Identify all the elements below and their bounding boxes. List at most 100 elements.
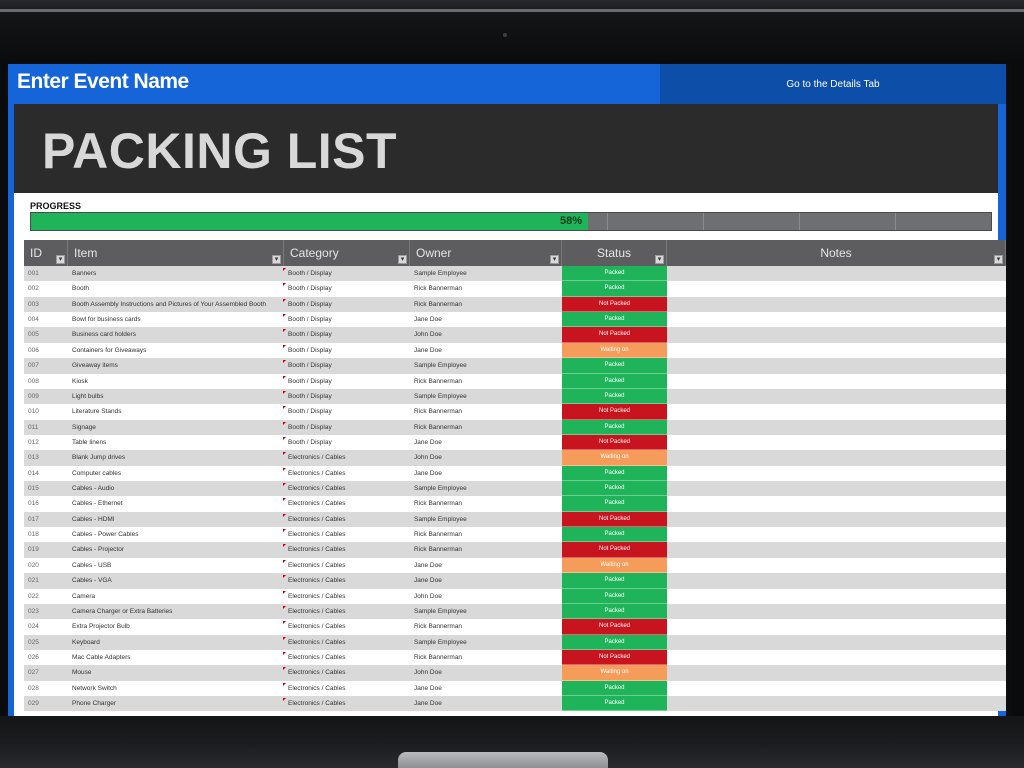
status-badge[interactable]: Not Packed bbox=[562, 404, 667, 420]
event-name-cell[interactable]: Enter Event Name bbox=[17, 70, 189, 94]
owner-cell[interactable]: John Doe bbox=[410, 450, 562, 465]
owner-cell[interactable]: Sample Employee bbox=[410, 389, 562, 404]
category-cell[interactable]: Booth / Display bbox=[284, 358, 410, 373]
item-cell[interactable]: Giveaway items bbox=[68, 358, 284, 373]
item-cell[interactable]: Light bulbs bbox=[68, 389, 284, 404]
notes-cell[interactable] bbox=[667, 481, 1006, 496]
id-cell[interactable]: 007 bbox=[24, 358, 68, 373]
item-cell[interactable]: Keyboard bbox=[68, 635, 284, 650]
category-cell[interactable]: Electronics / Cables bbox=[284, 665, 410, 680]
notes-cell[interactable] bbox=[667, 420, 1006, 435]
status-badge[interactable]: Packed bbox=[562, 527, 667, 543]
id-cell[interactable]: 015 bbox=[24, 481, 68, 496]
category-cell[interactable]: Electronics / Cables bbox=[284, 542, 410, 557]
status-badge[interactable]: Packed bbox=[562, 465, 667, 482]
category-cell[interactable]: Booth / Display bbox=[284, 266, 410, 281]
item-cell[interactable]: Containers for Giveaways bbox=[68, 343, 284, 358]
filter-dropdown-icon[interactable]: ▾ bbox=[56, 255, 65, 264]
status-badge[interactable]: Not Packed bbox=[562, 327, 667, 343]
category-cell[interactable]: Electronics / Cables bbox=[284, 512, 410, 527]
category-cell[interactable]: Electronics / Cables bbox=[284, 681, 410, 696]
owner-cell[interactable]: Jane Doe bbox=[410, 312, 562, 327]
id-cell[interactable]: 021 bbox=[24, 573, 68, 588]
id-cell[interactable]: 008 bbox=[24, 374, 68, 389]
item-cell[interactable]: Cables - VGA bbox=[68, 573, 284, 588]
id-cell[interactable]: 005 bbox=[24, 327, 68, 342]
owner-cell[interactable]: Rick Bannerman bbox=[410, 650, 562, 665]
notes-cell[interactable] bbox=[667, 619, 1006, 634]
item-cell[interactable]: Cables - USB bbox=[68, 558, 284, 573]
item-cell[interactable]: Kiosk bbox=[68, 374, 284, 389]
table-row[interactable]: 006 Containers for Giveaways Booth / Displ… bbox=[24, 342, 1006, 359]
item-cell[interactable]: Cables - Audio bbox=[68, 481, 284, 496]
notes-cell[interactable] bbox=[667, 589, 1006, 604]
table-row[interactable]: 013 Blank Jump drives Electronics / Cables… bbox=[24, 450, 1006, 466]
owner-cell[interactable]: Sample Employee bbox=[410, 635, 562, 650]
status-badge[interactable]: Packed bbox=[562, 496, 667, 512]
category-cell[interactable]: Electronics / Cables bbox=[284, 558, 410, 573]
id-cell[interactable]: 001 bbox=[24, 266, 68, 281]
id-cell[interactable]: 022 bbox=[24, 589, 68, 604]
category-cell[interactable]: Booth / Display bbox=[284, 327, 410, 342]
details-tab-link[interactable]: Go to the Details Tab bbox=[660, 64, 1006, 104]
notes-cell[interactable] bbox=[667, 374, 1006, 389]
status-badge[interactable]: Packed bbox=[562, 419, 667, 435]
owner-cell[interactable]: Sample Employee bbox=[410, 358, 562, 373]
filter-dropdown-icon[interactable]: ▾ bbox=[398, 255, 407, 264]
id-cell[interactable]: 004 bbox=[24, 312, 68, 327]
item-cell[interactable]: Cables - Projector bbox=[68, 542, 284, 557]
category-cell[interactable]: Electronics / Cables bbox=[284, 527, 410, 542]
item-cell[interactable]: Cables - HDMI bbox=[68, 512, 284, 527]
table-row[interactable]: 008 Kiosk Booth / Display Rick Bannerman Pac… bbox=[24, 373, 1006, 389]
item-cell[interactable]: Extra Projector Bulb bbox=[68, 619, 284, 634]
status-badge[interactable]: Packed bbox=[562, 603, 667, 620]
item-cell[interactable]: Camera Charger or Extra Batteries bbox=[68, 604, 284, 619]
notes-cell[interactable] bbox=[667, 512, 1006, 527]
status-badge[interactable]: Packed bbox=[562, 680, 667, 697]
status-badge[interactable]: Packed bbox=[562, 573, 667, 589]
id-cell[interactable]: 026 bbox=[24, 650, 68, 665]
id-cell[interactable]: 024 bbox=[24, 619, 68, 634]
table-row[interactable]: 021 Cables - VGA Electronics / Cables Jane … bbox=[24, 573, 1006, 589]
column-header-id[interactable]: ID ▾ bbox=[24, 240, 68, 266]
id-cell[interactable]: 009 bbox=[24, 389, 68, 404]
item-cell[interactable]: Table linens bbox=[68, 435, 284, 450]
id-cell[interactable]: 002 bbox=[24, 281, 68, 296]
category-cell[interactable]: Electronics / Cables bbox=[284, 650, 410, 665]
table-row[interactable]: 010 Literature Stands Booth / Display Rick … bbox=[24, 404, 1006, 420]
filter-dropdown-icon[interactable]: ▾ bbox=[994, 255, 1003, 264]
id-cell[interactable]: 006 bbox=[24, 343, 68, 358]
category-cell[interactable]: Booth / Display bbox=[284, 297, 410, 312]
owner-cell[interactable]: Rick Bannerman bbox=[410, 542, 562, 557]
owner-cell[interactable]: Rick Bannerman bbox=[410, 420, 562, 435]
status-badge[interactable]: Waiting on bbox=[562, 557, 667, 574]
id-cell[interactable]: 025 bbox=[24, 635, 68, 650]
item-cell[interactable]: Booth Assembly Instructions and Pictures… bbox=[68, 297, 284, 312]
status-badge[interactable]: Packed bbox=[562, 696, 667, 712]
table-row[interactable]: 007 Giveaway items Booth / Display Sample E… bbox=[24, 358, 1006, 374]
table-row[interactable]: 028 Network Switch Electronics / Cables Jan… bbox=[24, 680, 1006, 697]
owner-cell[interactable]: Jane Doe bbox=[410, 696, 562, 711]
status-badge[interactable]: Packed bbox=[562, 481, 667, 497]
category-cell[interactable]: Electronics / Cables bbox=[284, 466, 410, 481]
notes-cell[interactable] bbox=[667, 266, 1006, 281]
id-cell[interactable]: 018 bbox=[24, 527, 68, 542]
notes-cell[interactable] bbox=[667, 327, 1006, 342]
table-row[interactable]: 020 Cables - USB Electronics / Cables Jane … bbox=[24, 557, 1006, 574]
notes-cell[interactable] bbox=[667, 635, 1006, 650]
notes-cell[interactable] bbox=[667, 466, 1006, 481]
owner-cell[interactable]: John Doe bbox=[410, 665, 562, 680]
notes-cell[interactable] bbox=[667, 527, 1006, 542]
owner-cell[interactable]: Rick Bannerman bbox=[410, 527, 562, 542]
category-cell[interactable]: Electronics / Cables bbox=[284, 496, 410, 511]
status-badge[interactable]: Waiting on bbox=[562, 450, 667, 466]
table-row[interactable]: 001 Banners Booth / Display Sample Employee… bbox=[24, 266, 1006, 282]
item-cell[interactable]: Booth bbox=[68, 281, 284, 296]
id-cell[interactable]: 017 bbox=[24, 512, 68, 527]
owner-cell[interactable]: Rick Bannerman bbox=[410, 281, 562, 296]
item-cell[interactable]: Business card holders bbox=[68, 327, 284, 342]
id-cell[interactable]: 011 bbox=[24, 420, 68, 435]
notes-cell[interactable] bbox=[667, 496, 1006, 511]
id-cell[interactable]: 023 bbox=[24, 604, 68, 619]
id-cell[interactable]: 012 bbox=[24, 435, 68, 450]
